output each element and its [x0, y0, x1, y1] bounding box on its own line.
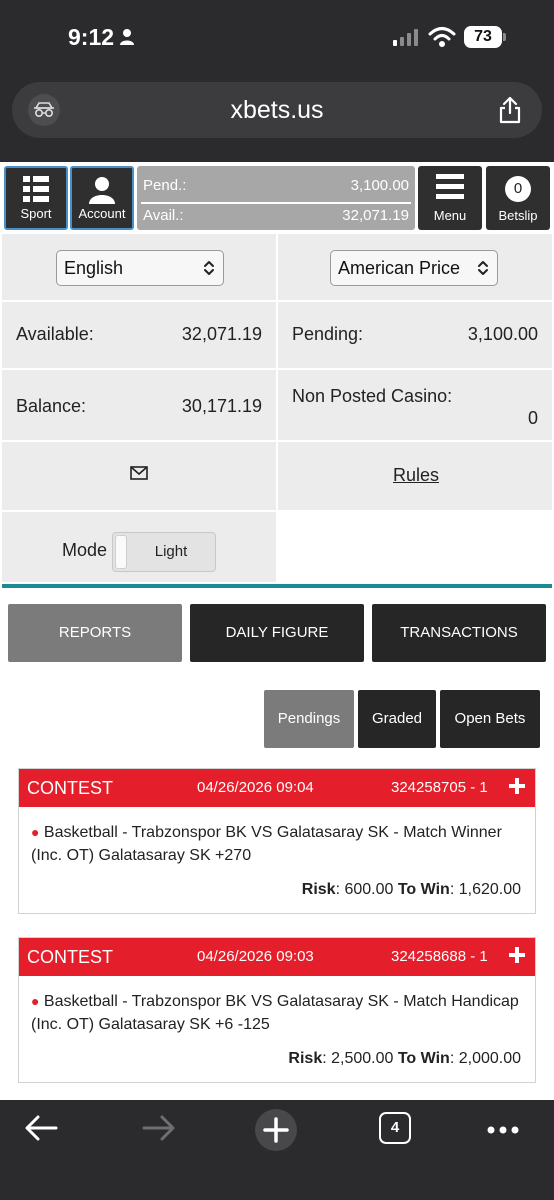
betslip-button[interactable]: 0 Betslip: [486, 166, 550, 230]
url-bar[interactable]: xbets.us: [12, 82, 542, 138]
betslip-count: 0: [505, 176, 531, 202]
balance-summary: Pend.: 3,100.00 Avail.: 32,071.19: [137, 166, 415, 230]
bet-type: CONTEST: [27, 947, 114, 967]
bullet-dot-icon: ●: [31, 993, 40, 1009]
battery-indicator: 73: [464, 26, 502, 48]
mail-icon[interactable]: [130, 466, 148, 485]
language-cell: English: [2, 234, 276, 300]
bet-date: 04/26/2026 09:04: [197, 779, 314, 796]
forward-arrow-icon[interactable]: [142, 1114, 176, 1147]
language-select-value: English: [64, 258, 124, 278]
mode-value: Light: [154, 543, 188, 560]
expand-plus-icon[interactable]: [507, 945, 527, 970]
url-text[interactable]: xbets.us: [12, 96, 542, 125]
risk-value: 2,500.00: [331, 1050, 394, 1067]
user-icon: [72, 176, 132, 204]
mode-toggle[interactable]: Light: [112, 532, 216, 572]
panel-divider-bar: [2, 584, 552, 588]
towin-value: 1,620.00: [458, 881, 521, 898]
battery-tip: [503, 33, 506, 41]
available-value: 32,071.19: [342, 207, 409, 224]
price-format-cell: American Price: [278, 234, 552, 300]
pending-label: Pending:: [292, 324, 364, 344]
wifi-icon: [428, 26, 456, 53]
menu-label: Menu: [433, 208, 467, 223]
bet-ticket: 324258688 - 1: [391, 948, 488, 965]
browser-toolbar: 4: [0, 1100, 554, 1200]
betslip-label: Betslip: [498, 208, 538, 223]
account-button[interactable]: Account: [70, 166, 134, 230]
menu-button[interactable]: Menu: [418, 166, 482, 230]
browser-chrome: 9:12 73 xbets.us: [0, 0, 554, 162]
casino-value: 0: [527, 408, 538, 428]
casino-cell: Non Posted Casino: 0: [278, 370, 552, 440]
available-label: Available:: [16, 324, 94, 344]
balance-label: Balance:: [16, 396, 87, 416]
bet-date: 04/26/2026 09:03: [197, 948, 314, 965]
pending-label: Pend.:: [143, 177, 187, 194]
chevron-updown-icon: [203, 251, 215, 285]
grid-icon: [6, 176, 66, 202]
available-cell: Available: 32,071.19: [2, 302, 276, 368]
pending-value: 3,100.00: [467, 324, 538, 344]
chevron-updown-icon: [477, 251, 489, 285]
bullet-dot-icon: ●: [31, 824, 40, 840]
status-time: 9:12: [68, 24, 115, 50]
risk-value: 600.00: [344, 881, 394, 898]
share-icon[interactable]: [498, 96, 522, 129]
bet-card: CONTEST 04/26/2026 09:03 324258688 - 1 ●…: [18, 937, 536, 1083]
bet-card-header: CONTEST 04/26/2026 09:03 324258688 - 1: [19, 938, 535, 976]
new-tab-plus-icon[interactable]: [254, 1108, 298, 1157]
bet-card-header: CONTEST 04/26/2026 09:04 324258705 - 1: [19, 769, 535, 807]
available-value: 32,071.19: [181, 324, 262, 344]
casino-label: Non Posted Casino:: [292, 386, 453, 406]
bet-risk-line: Risk: 600.00 To Win: 1,620.00: [301, 881, 521, 898]
rules-link[interactable]: Rules: [393, 465, 439, 486]
bet-description: ● Basketball - Trabzonspor BK VS Galatas…: [31, 821, 523, 867]
account-label: Account: [78, 206, 126, 221]
pending-value: 3,100.00: [350, 177, 409, 194]
bet-description-text: Basketball - Trabzonspor BK VS Galatasar…: [31, 824, 502, 864]
bet-description-text: Basketball - Trabzonspor BK VS Galatasar…: [31, 993, 519, 1033]
towin-value: 2,000.00: [458, 1050, 521, 1067]
more-dots-icon[interactable]: [486, 1122, 520, 1140]
signal-icon: [393, 28, 418, 46]
subtab-open-bets[interactable]: Open Bets: [440, 690, 540, 748]
risk-label: Risk: [288, 1050, 323, 1067]
bet-risk-line: Risk: 2,500.00 To Win: 2,000.00: [288, 1050, 521, 1067]
subtab-graded[interactable]: Graded: [358, 690, 436, 748]
expand-plus-icon[interactable]: [507, 776, 527, 801]
towin-label: To Win: [397, 881, 450, 898]
sport-button[interactable]: Sport: [4, 166, 68, 230]
rules-cell: Rules: [278, 442, 552, 510]
bet-card: CONTEST 04/26/2026 09:04 324258705 - 1 ●…: [18, 768, 536, 914]
tab-transactions[interactable]: TRANSACTIONS: [372, 604, 546, 662]
balance-cell: Balance: 30,171.19: [2, 370, 276, 440]
bet-ticket: 324258705 - 1: [391, 779, 488, 796]
available-label: Avail.:: [143, 207, 184, 224]
balance-value: 30,171.19: [181, 396, 262, 416]
price-format-select[interactable]: American Price: [330, 250, 498, 286]
mode-toggle-knob[interactable]: [115, 535, 127, 569]
person-icon: [120, 28, 134, 51]
price-format-value: American Price: [338, 258, 461, 278]
subtab-pendings[interactable]: Pendings: [264, 690, 354, 748]
hamburger-icon: [418, 174, 482, 200]
towin-label: To Win: [397, 1050, 450, 1067]
sport-label: Sport: [20, 206, 52, 221]
back-arrow-icon[interactable]: [24, 1114, 58, 1147]
risk-label: Risk: [301, 881, 336, 898]
bet-description: ● Basketball - Trabzonspor BK VS Galatas…: [31, 990, 523, 1036]
tab-daily-figure[interactable]: DAILY FIGURE: [190, 604, 364, 662]
bet-type: CONTEST: [27, 778, 114, 798]
tab-reports[interactable]: REPORTS: [8, 604, 182, 662]
tabs-count-icon[interactable]: 4: [379, 1112, 411, 1144]
pending-cell: Pending: 3,100.00: [278, 302, 552, 368]
site-header: Sport Account Pend.: 3,100.00 Avail.: 32…: [0, 162, 554, 234]
account-panel: English American Price Available: 32,071…: [0, 234, 554, 586]
email-cell[interactable]: [2, 442, 276, 510]
mode-label: Mode: [62, 540, 108, 560]
language-select[interactable]: English: [56, 250, 224, 286]
